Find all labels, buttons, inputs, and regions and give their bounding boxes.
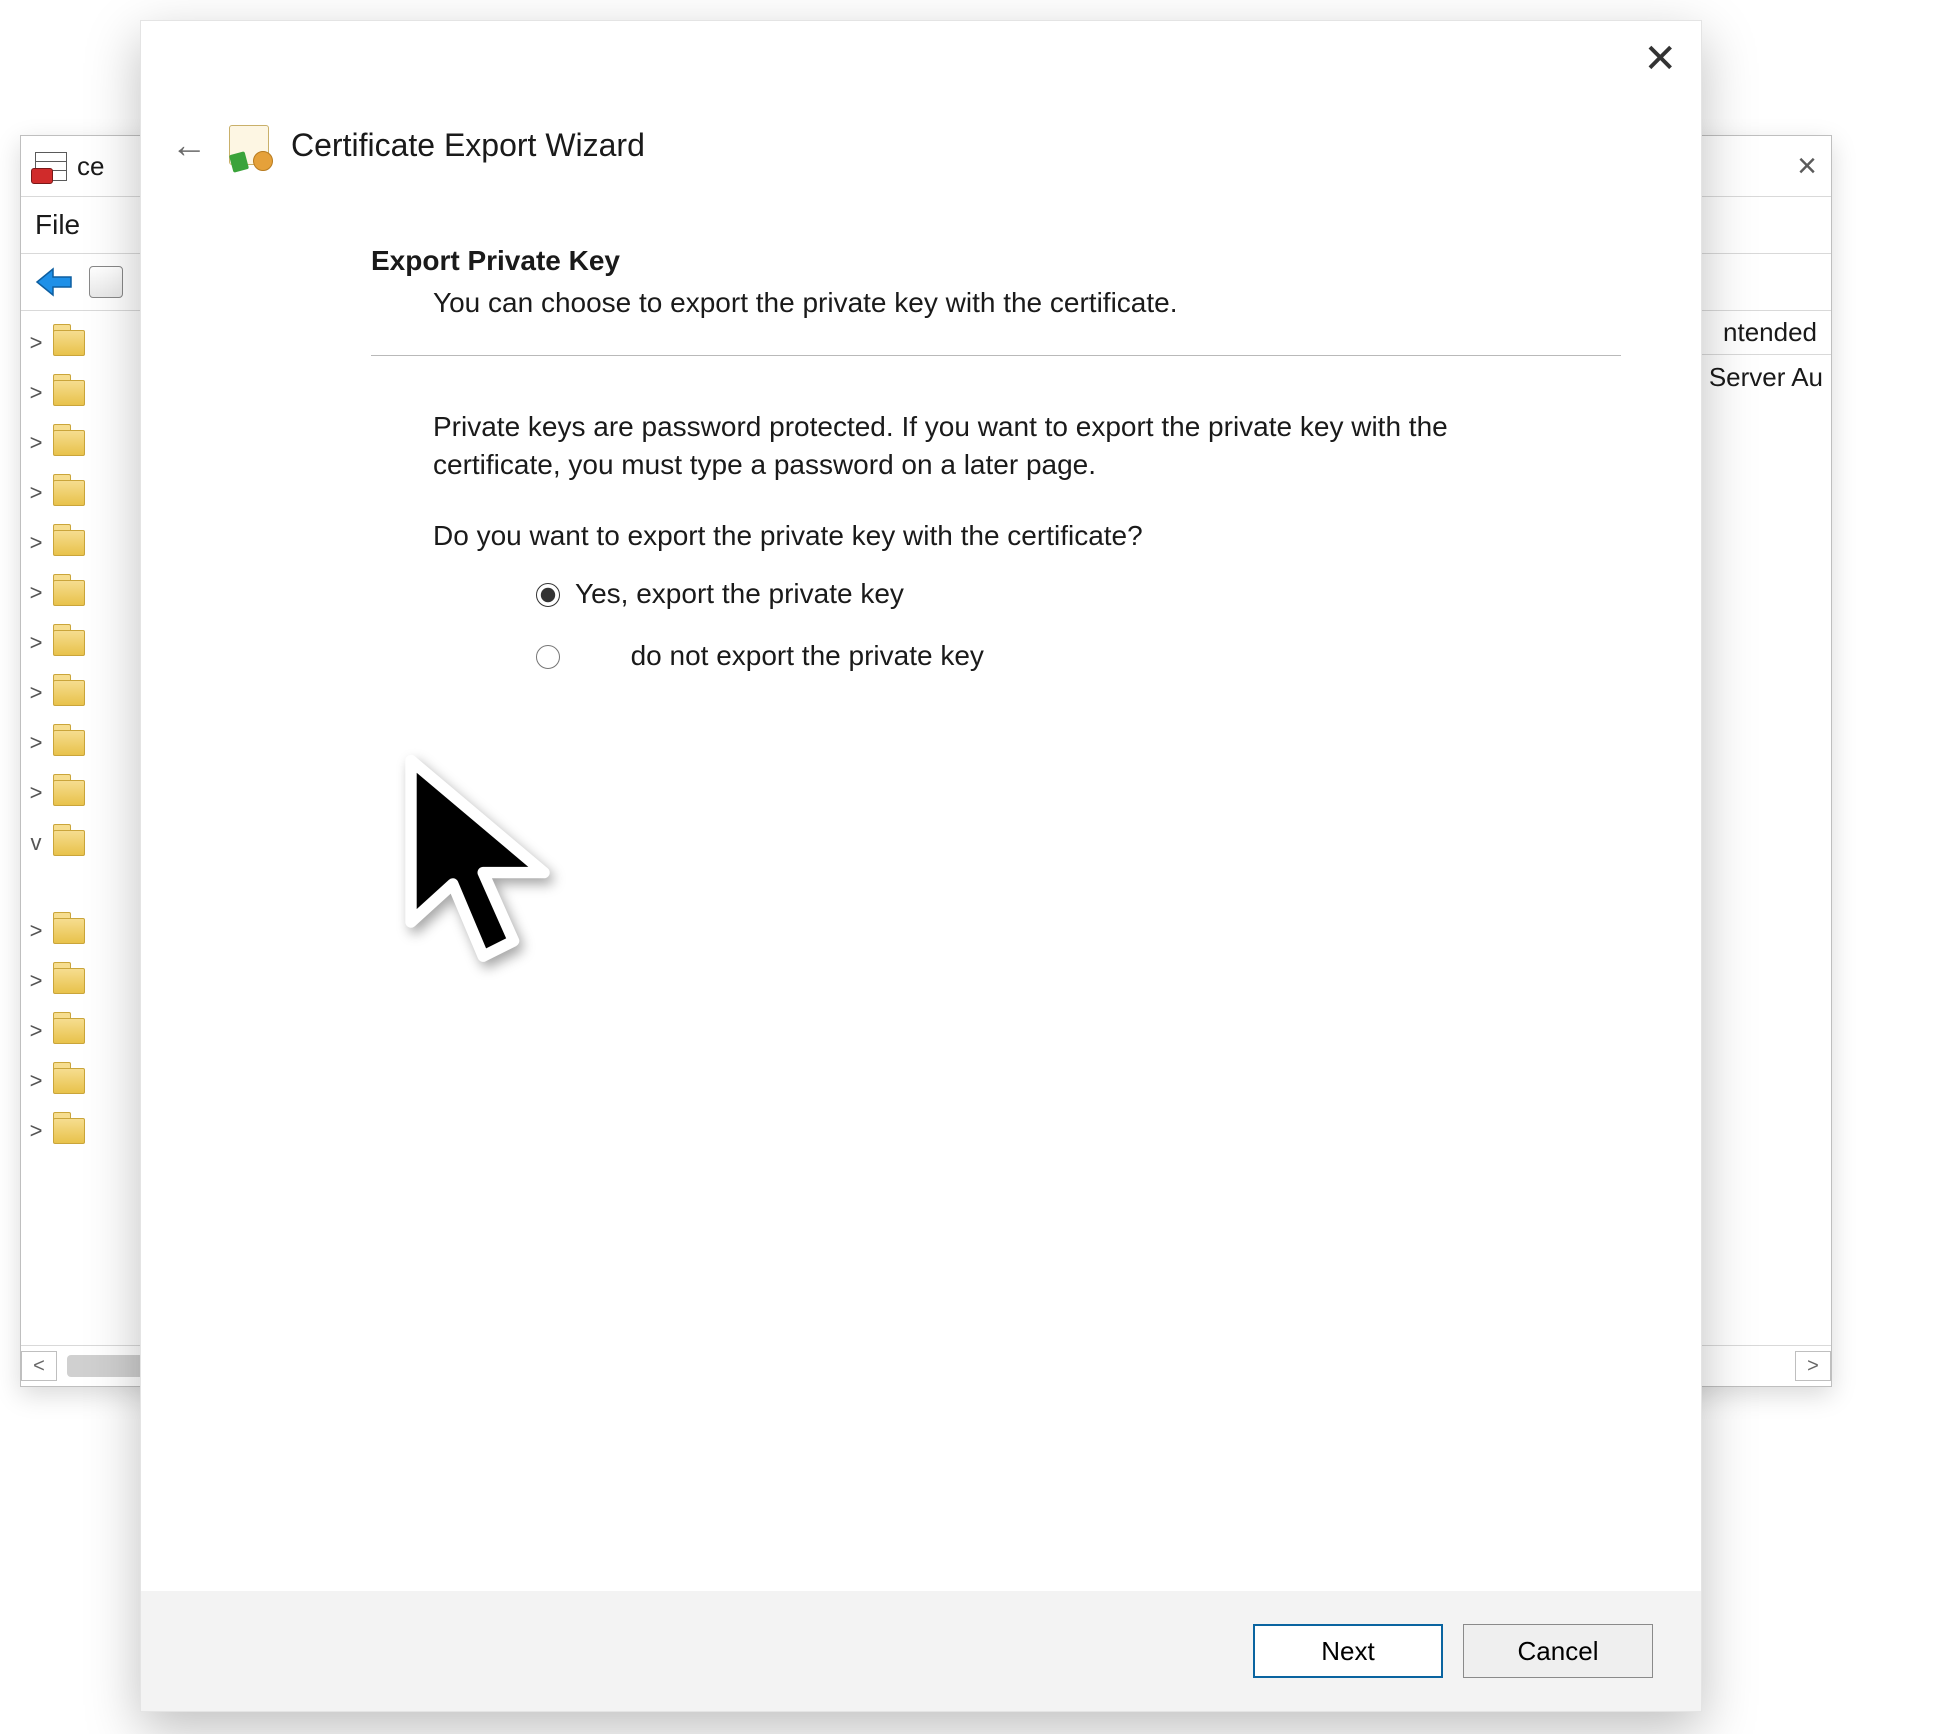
forward-arrow-icon[interactable] bbox=[89, 266, 123, 298]
folder-icon bbox=[53, 1018, 85, 1044]
tree-item[interactable]: > bbox=[27, 1056, 157, 1106]
radio-group: Yes, export the private key No, do not e… bbox=[531, 578, 1621, 672]
radio-yes[interactable]: Yes, export the private key bbox=[531, 578, 1621, 610]
wizard-titlebar: ✕ bbox=[141, 21, 1701, 119]
mmc-title: ce bbox=[77, 151, 104, 182]
folder-icon bbox=[53, 730, 85, 756]
tree-item[interactable]: > bbox=[27, 418, 157, 468]
wizard-title: Certificate Export Wizard bbox=[291, 127, 645, 164]
folder-icon bbox=[53, 830, 85, 856]
folder-icon bbox=[53, 330, 85, 356]
section-heading: Export Private Key bbox=[371, 245, 1621, 277]
wizard-body: Export Private Key You can choose to exp… bbox=[141, 195, 1701, 1591]
tree-item[interactable]: > bbox=[27, 956, 157, 1006]
radio-yes-label: Yes, export the private key bbox=[575, 578, 904, 610]
folder-icon bbox=[53, 430, 85, 456]
close-icon[interactable]: ✕ bbox=[1643, 39, 1677, 79]
next-button[interactable]: Next bbox=[1253, 1624, 1443, 1678]
close-icon[interactable]: × bbox=[1797, 149, 1817, 183]
tree-item[interactable]: > bbox=[27, 518, 157, 568]
question-text: Do you want to export the private key wi… bbox=[433, 520, 1621, 552]
tree-item[interactable]: > bbox=[27, 1106, 157, 1156]
folder-icon bbox=[53, 480, 85, 506]
certificate-icon bbox=[229, 125, 269, 165]
tree-item[interactable]: > bbox=[27, 318, 157, 368]
folder-icon bbox=[53, 968, 85, 994]
back-arrow-icon[interactable]: ← bbox=[171, 127, 207, 163]
folder-icon bbox=[53, 918, 85, 944]
tree-item[interactable]: > bbox=[27, 718, 157, 768]
tree-item[interactable]: > bbox=[27, 618, 157, 668]
scroll-right-button[interactable]: > bbox=[1795, 1351, 1831, 1381]
radio-no-input[interactable] bbox=[536, 645, 560, 669]
radio-yes-input[interactable] bbox=[536, 583, 560, 607]
wizard-header: ← Certificate Export Wizard bbox=[141, 119, 1701, 195]
cursor-icon bbox=[392, 750, 582, 980]
wizard-footer: Next Cancel bbox=[141, 1591, 1701, 1711]
folder-icon bbox=[53, 630, 85, 656]
mmc-app-icon bbox=[35, 152, 67, 180]
folder-icon bbox=[53, 380, 85, 406]
scroll-left-button[interactable]: < bbox=[21, 1351, 57, 1381]
info-paragraph: Private keys are password protected. If … bbox=[433, 408, 1493, 484]
back-arrow-icon[interactable] bbox=[31, 265, 75, 299]
folder-icon bbox=[53, 530, 85, 556]
radio-no[interactable]: No, do not export the private key bbox=[531, 640, 1621, 672]
tree-item[interactable]: > bbox=[27, 568, 157, 618]
section-subtext: You can choose to export the private key… bbox=[433, 287, 1493, 319]
separator bbox=[371, 355, 1621, 356]
tree-item[interactable]: > bbox=[27, 668, 157, 718]
cancel-button[interactable]: Cancel bbox=[1463, 1624, 1653, 1678]
tree-item[interactable]: > bbox=[27, 1006, 157, 1056]
tree-item[interactable]: > bbox=[27, 768, 157, 818]
tree-item[interactable]: > bbox=[27, 906, 157, 956]
menu-file[interactable]: File bbox=[35, 209, 80, 241]
folder-icon bbox=[53, 1118, 85, 1144]
folder-icon bbox=[53, 1068, 85, 1094]
radio-no-label: do not export the private key bbox=[631, 640, 984, 672]
tree-item[interactable]: > bbox=[27, 468, 157, 518]
folder-icon bbox=[53, 780, 85, 806]
tree-item[interactable]: v bbox=[27, 818, 157, 868]
certificate-export-wizard: ✕ ← Certificate Export Wizard Export Pri… bbox=[140, 20, 1702, 1712]
folder-icon bbox=[53, 680, 85, 706]
tree-item[interactable]: > bbox=[27, 368, 157, 418]
folder-icon bbox=[53, 580, 85, 606]
